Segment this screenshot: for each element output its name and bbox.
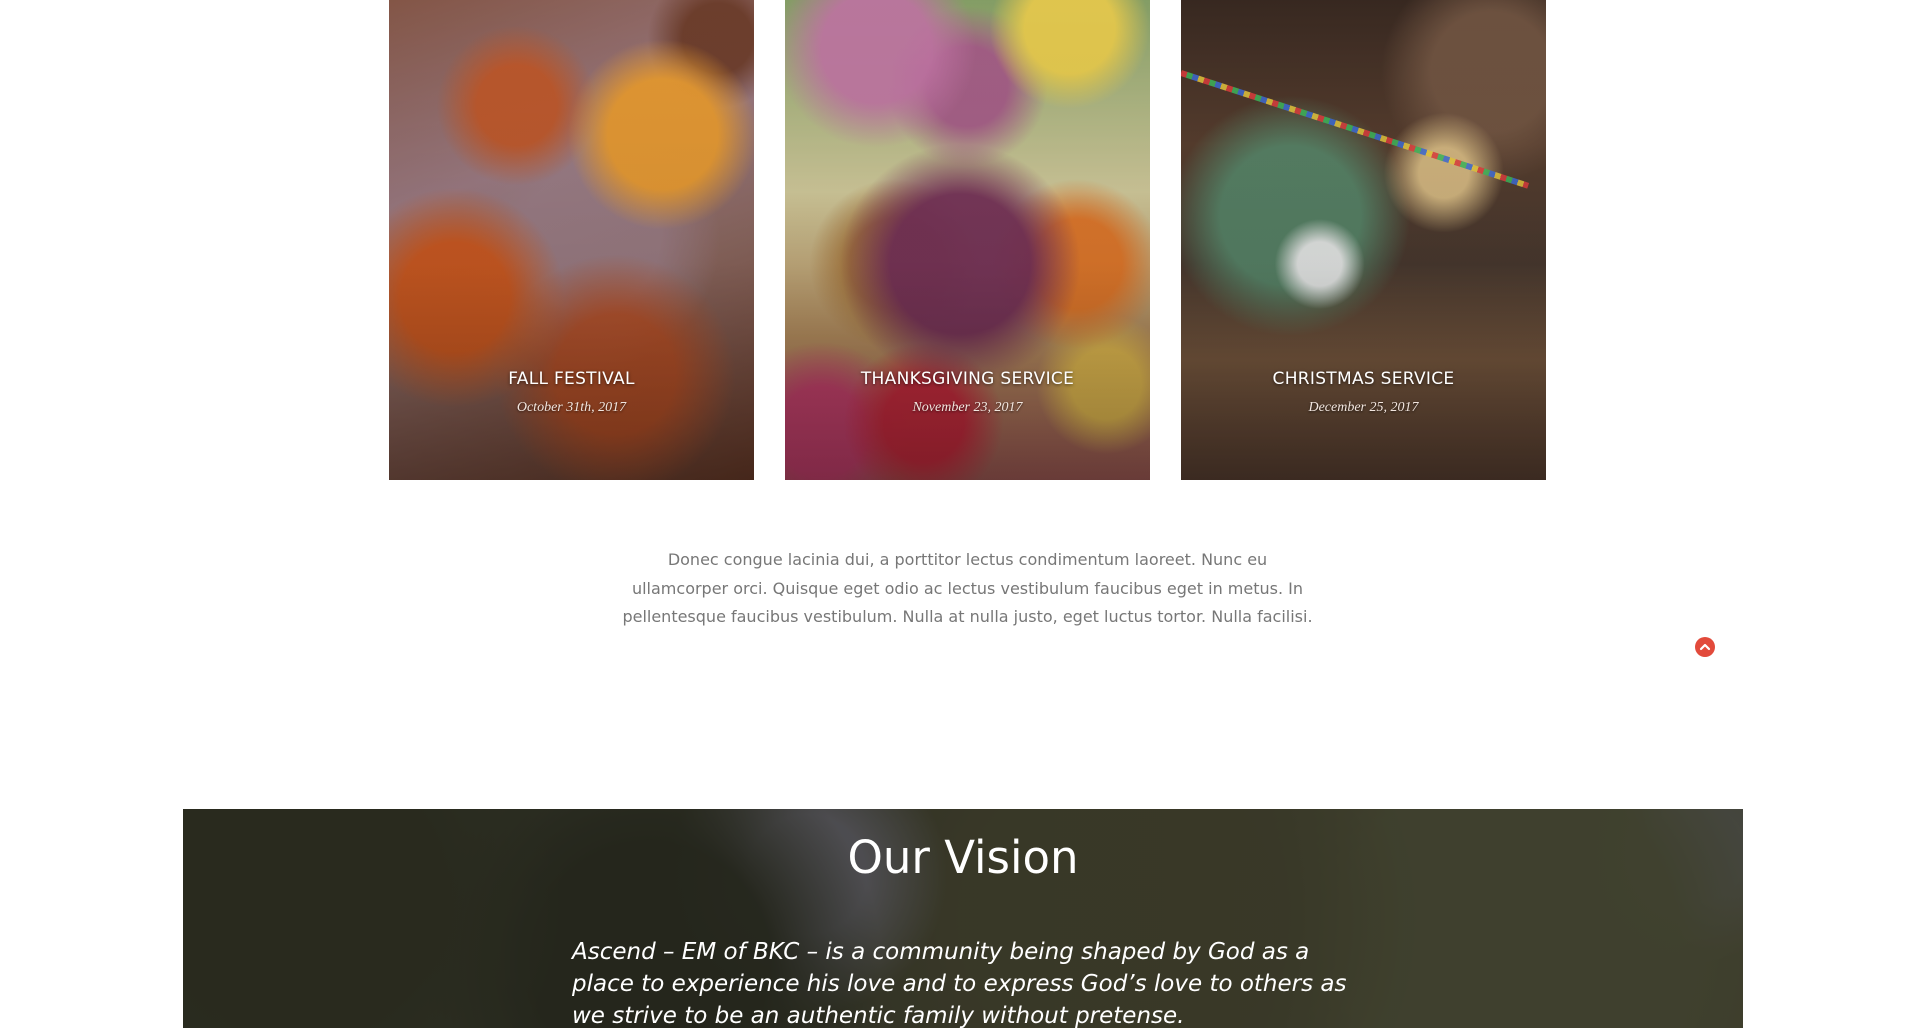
intro-paragraph: Donec congue lacinia dui, a porttitor le… xyxy=(622,550,1313,626)
back-to-top-button[interactable] xyxy=(1695,637,1715,657)
event-date: December 25, 2017 xyxy=(1308,400,1419,415)
vision-section: Our Vision Ascend – EM of BKC – is a com… xyxy=(183,809,1743,1028)
event-date: October 31th, 2017 xyxy=(516,400,627,415)
event-date: November 23, 2017 xyxy=(912,400,1023,415)
event-card-thanksgiving-service[interactable]: THANKSGIVING SERVICE November 23, 2017 xyxy=(785,0,1150,480)
event-title: CHRISTMAS SERVICE xyxy=(1272,369,1455,389)
event-card-fall-festival[interactable]: FALL FESTIVAL October 31th, 2017 xyxy=(389,0,754,480)
event-title: FALL FESTIVAL xyxy=(508,369,635,389)
vision-heading: Our Vision xyxy=(847,831,1079,884)
page: FALL FESTIVAL October 31th, 2017 THANKSG… xyxy=(0,0,1923,1028)
chevron-up-icon xyxy=(1699,643,1711,651)
vision-statement: Ascend – EM of BKC – is a community bein… xyxy=(572,939,1347,1028)
event-card-christmas-service[interactable]: CHRISTMAS SERVICE December 25, 2017 xyxy=(1181,0,1546,480)
event-title: THANKSGIVING SERVICE xyxy=(860,369,1075,389)
